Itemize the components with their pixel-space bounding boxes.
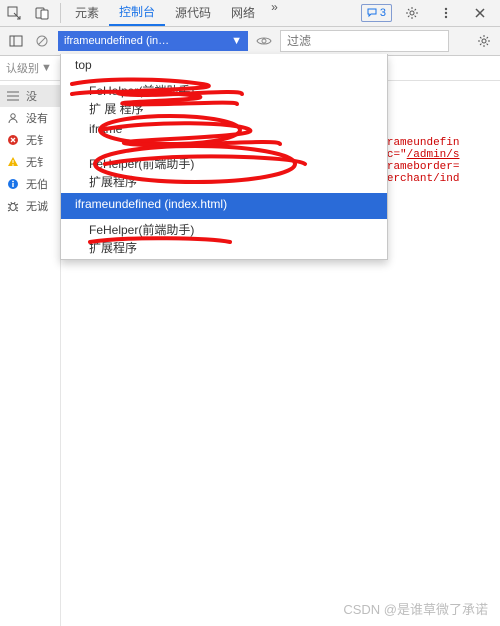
console-settings-icon[interactable]	[474, 31, 494, 51]
tab-network[interactable]: 网络	[221, 0, 265, 26]
context-selected-label: iframeundefined (in…	[64, 35, 169, 47]
sidebar-item-label: 无伯	[26, 176, 48, 192]
execution-context-selector[interactable]: iframeundefined (in… ▼	[58, 31, 248, 51]
dropdown-item-top[interactable]: top	[61, 54, 387, 76]
dropdown-item[interactable]: FeHelper(前端助手)	[61, 219, 387, 239]
sidebar-row[interactable]: 没	[0, 85, 60, 107]
dropdown-item[interactable]: FeHelper(前端助手)	[61, 153, 387, 173]
panel-tabs: 元素 控制台 源代码 网络 »	[65, 0, 361, 26]
sidebar-item-label: 没有	[26, 110, 48, 126]
close-icon[interactable]	[472, 5, 488, 21]
chevron-down-icon: ▼	[231, 35, 242, 47]
chevron-down-icon[interactable]: ▼	[41, 62, 52, 74]
separator	[60, 3, 61, 23]
sidebar-item-label: 无钅	[26, 132, 48, 148]
messages-count: 3	[380, 7, 386, 19]
dropdown-item-selected[interactable]: iframeundefined (index.html)	[61, 193, 387, 215]
devtools-titlebar: 元素 控制台 源代码 网络 » 3	[0, 0, 500, 27]
watermark: CSDN @是谁草微了承诺	[343, 599, 488, 618]
bug-icon	[6, 199, 20, 213]
sidebar-row[interactable]: 无钅	[0, 151, 60, 173]
info-icon	[6, 177, 20, 191]
messages-badge[interactable]: 3	[361, 4, 392, 22]
tabs-overflow[interactable]: »	[265, 0, 284, 26]
sidebar-row[interactable]: 无钅	[0, 129, 60, 151]
console-line: rameundefin	[387, 137, 460, 149]
sidebar-row[interactable]: 无伯	[0, 173, 60, 195]
console-sidebar: 没 没有 无钅 无钅 无伯 无诚	[0, 81, 61, 626]
dropdown-item[interactable]: iframe	[61, 120, 387, 137]
device-icon[interactable]	[34, 5, 50, 21]
titlebar-right: 3	[361, 4, 494, 22]
user-icon	[6, 111, 20, 125]
sidebar-row[interactable]: 没有	[0, 107, 60, 129]
console-toolbar: iframeundefined (in… ▼	[0, 27, 500, 56]
dropdown-sub: 扩展程序	[61, 239, 387, 259]
list-icon	[6, 89, 20, 103]
tab-elements[interactable]: 元素	[65, 0, 109, 26]
live-expression-icon[interactable]	[254, 31, 274, 51]
console-line: c="	[387, 149, 407, 161]
tab-sources[interactable]: 源代码	[165, 0, 221, 26]
sidebar-row[interactable]: 无诚	[0, 195, 60, 217]
level-label: 认级别	[6, 60, 39, 76]
console-link[interactable]: /admin/s	[407, 149, 460, 161]
console-line: erchant/ind	[387, 173, 460, 185]
kebab-icon[interactable]	[438, 5, 454, 21]
filter-input[interactable]	[280, 30, 449, 52]
clear-console-icon[interactable]	[32, 31, 52, 51]
dropdown-sub: 扩展程序	[61, 173, 387, 193]
sidebar-item-label: 没	[26, 88, 37, 104]
context-dropdown: top FeHelper(前端助手) 扩 展 程序 iframe FeHelpe…	[60, 54, 388, 260]
sidebar-toggle-icon[interactable]	[6, 31, 26, 51]
console-line: rameborder=	[387, 161, 460, 173]
dropdown-sub: 扩 展 程序	[61, 100, 387, 120]
sidebar-item-label: 无钅	[26, 154, 48, 170]
inspect-icon[interactable]	[6, 5, 22, 21]
warning-icon	[6, 155, 20, 169]
gear-icon[interactable]	[404, 5, 420, 21]
sidebar-item-label: 无诚	[26, 198, 48, 214]
dropdown-item[interactable]: FeHelper(前端助手)	[61, 80, 387, 100]
error-icon	[6, 133, 20, 147]
tab-console[interactable]: 控制台	[109, 0, 165, 26]
